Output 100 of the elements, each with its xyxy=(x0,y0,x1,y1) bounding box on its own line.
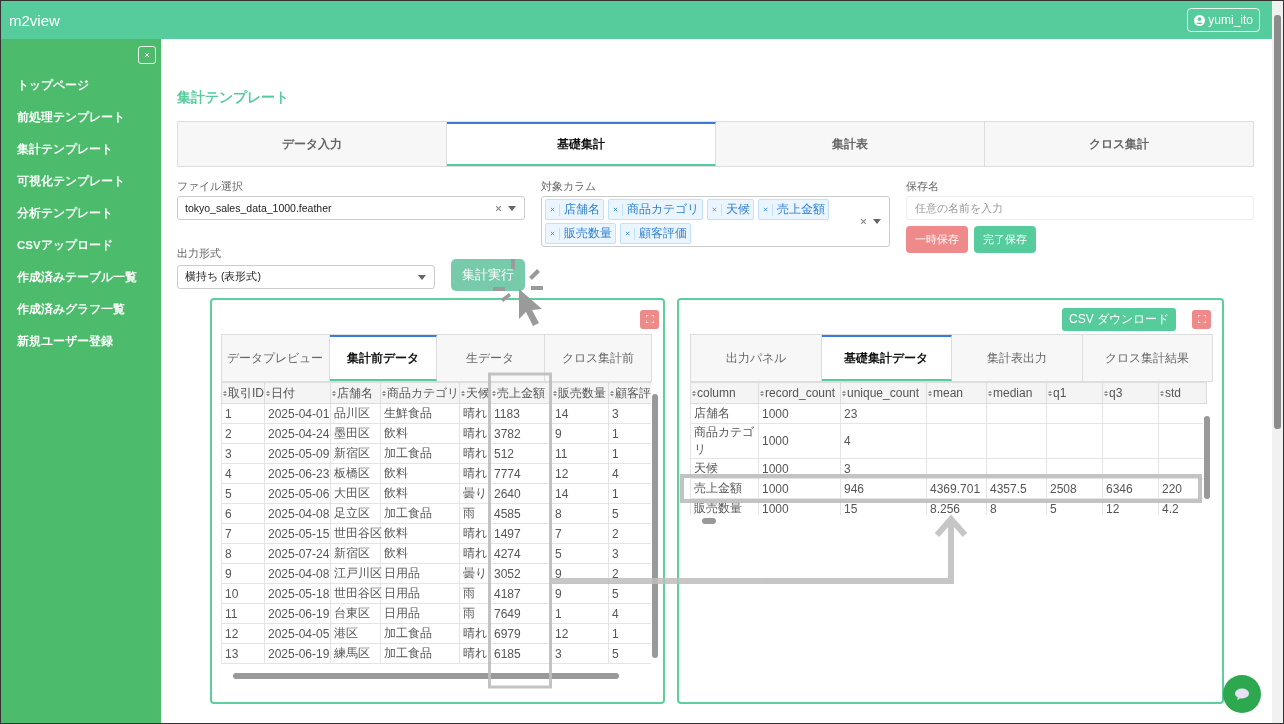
tab[interactable]: 基礎集計データ xyxy=(821,335,952,381)
table-cell: 2 xyxy=(221,423,265,444)
column-header[interactable]: unique_count xyxy=(840,382,927,404)
table-cell: 大田区 xyxy=(330,483,381,504)
tab[interactable]: データプレビュー xyxy=(222,335,330,381)
column-header[interactable]: 売上金額 xyxy=(490,382,552,404)
column-tag[interactable]: 商品カテゴリ xyxy=(608,199,703,220)
table-cell: 練馬区 xyxy=(330,643,381,664)
column-header[interactable]: column xyxy=(690,382,759,404)
table-cell: 加工食品 xyxy=(380,503,460,524)
table-cell: 天候 xyxy=(690,458,759,479)
tag-remove-icon xyxy=(550,231,555,236)
tab[interactable]: 集計表出力 xyxy=(952,335,1083,381)
table-cell: 1000 xyxy=(758,458,841,479)
column-header[interactable]: 商品カテゴリ xyxy=(380,382,460,404)
expand-button[interactable] xyxy=(640,309,659,329)
column-header[interactable]: std xyxy=(1158,382,1207,404)
column-header[interactable]: 販売数量 xyxy=(551,382,609,404)
close-button[interactable] xyxy=(138,46,156,64)
chat-button[interactable] xyxy=(1223,675,1261,713)
table-cell: 江戸川区 xyxy=(330,563,381,584)
tab[interactable]: クロス集計 xyxy=(985,122,1253,166)
save-name-field[interactable]: 任意の名前を入力 xyxy=(906,196,1254,220)
table-cell: 12 xyxy=(221,623,265,644)
column-tag[interactable]: 店舗名 xyxy=(545,199,604,220)
table-cell: 11 xyxy=(221,603,265,624)
tag-remove-icon xyxy=(763,207,768,212)
column-header[interactable]: median xyxy=(986,382,1047,404)
column-tag[interactable]: 販売数量 xyxy=(545,223,616,244)
column-header[interactable]: 日付 xyxy=(264,382,331,404)
field-label: ファイル選択 xyxy=(177,180,244,194)
table-cell: 13 xyxy=(221,643,265,664)
table-cell: 2025-06-23 xyxy=(264,463,331,484)
column-header[interactable]: 取引ID xyxy=(221,382,265,404)
tab[interactable]: 集計表 xyxy=(716,122,985,166)
tag-remove-icon xyxy=(712,207,717,212)
scrollbar[interactable] xyxy=(1272,1,1283,723)
table-cell: 4369.701 xyxy=(926,478,987,499)
column-tag[interactable]: 顧客評価 xyxy=(620,223,691,244)
sort-icon xyxy=(223,389,227,397)
tab[interactable]: データ入力 xyxy=(178,122,447,166)
field-label: 出力形式 xyxy=(177,247,222,261)
column-header[interactable]: 顧客評 xyxy=(608,382,652,404)
app-title: m2view xyxy=(9,11,60,29)
table-cell: 2025-06-19 xyxy=(264,603,331,624)
column-tag[interactable]: 天候 xyxy=(707,199,754,220)
table-cell: 7 xyxy=(221,523,265,544)
fullscreen-icon xyxy=(645,315,654,323)
column-header[interactable]: q3 xyxy=(1102,382,1159,404)
format-select[interactable]: 横持ち (表形式) xyxy=(177,265,435,289)
close-icon xyxy=(144,52,150,58)
table-cell: 1000 xyxy=(758,423,841,459)
table-cell: 12 xyxy=(551,623,609,644)
column-header[interactable]: record_count xyxy=(758,382,841,404)
table-cell: 23 xyxy=(840,403,927,424)
table-cell: 加工食品 xyxy=(380,643,460,664)
column-tag[interactable]: 売上金額 xyxy=(758,199,829,220)
tab[interactable]: 出力パネル xyxy=(691,335,822,381)
table-cell: 2025-04-24 xyxy=(264,423,331,444)
tab[interactable]: 基礎集計 xyxy=(447,122,716,166)
tab[interactable]: 生データ xyxy=(437,335,545,381)
tab[interactable]: クロス集計前 xyxy=(544,335,651,381)
tab[interactable]: 集計前データ xyxy=(329,335,437,381)
table-cell: 10 xyxy=(221,583,265,604)
column-multiselect[interactable]: 店舗名 商品カテゴリ 天候 売上金額 販売数量 顧客評価 xyxy=(541,196,890,247)
table-cell: 新宿区 xyxy=(330,443,381,464)
table-cell: 2025-05-09 xyxy=(264,443,331,464)
table-cell: 12 xyxy=(551,463,609,484)
table-cell: 9 xyxy=(221,563,265,584)
table-cell: 世田谷区 xyxy=(330,523,381,544)
table-cell: 売上金額 xyxy=(690,478,759,499)
table-cell: 店舗名 xyxy=(690,403,759,424)
table-cell: 加工食品 xyxy=(380,443,460,464)
sort-icon xyxy=(692,390,696,397)
caret-icon xyxy=(508,205,516,211)
caret-icon xyxy=(873,219,881,224)
column-header[interactable]: 店舗名 xyxy=(330,382,381,404)
table-cell: 飲料 xyxy=(380,543,460,564)
table-cell: 3 xyxy=(551,643,609,664)
table-cell: 1 xyxy=(551,603,609,624)
table-cell: 日用品 xyxy=(380,603,460,624)
table-cell: 5 xyxy=(551,543,609,564)
table-cell: 2025-05-06 xyxy=(264,483,331,504)
table-cell: 4357.5 xyxy=(986,478,1047,499)
column-header[interactable]: q1 xyxy=(1046,382,1103,404)
table-cell: 946 xyxy=(840,478,927,499)
table-cell: 8 xyxy=(221,543,265,564)
scrollbar[interactable] xyxy=(1203,404,1211,515)
tab[interactable]: クロス集計結果 xyxy=(1082,335,1212,381)
table-cell: 4 xyxy=(221,463,265,484)
table-cell: 2508 xyxy=(1046,478,1103,499)
table-cell: 墨田区 xyxy=(330,423,381,444)
expand-button[interactable] xyxy=(1192,309,1211,329)
table-cell: 14 xyxy=(551,403,609,424)
clear-icon xyxy=(495,204,502,212)
table-cell: 2025-06-19 xyxy=(264,643,331,664)
column-header[interactable]: mean xyxy=(926,382,987,404)
file-select[interactable]: tokyo_sales_data_1000.feather xyxy=(177,196,525,220)
table-cell: 2025-04-08 xyxy=(264,563,331,584)
table-cell: 商品カテゴリ xyxy=(690,423,759,459)
